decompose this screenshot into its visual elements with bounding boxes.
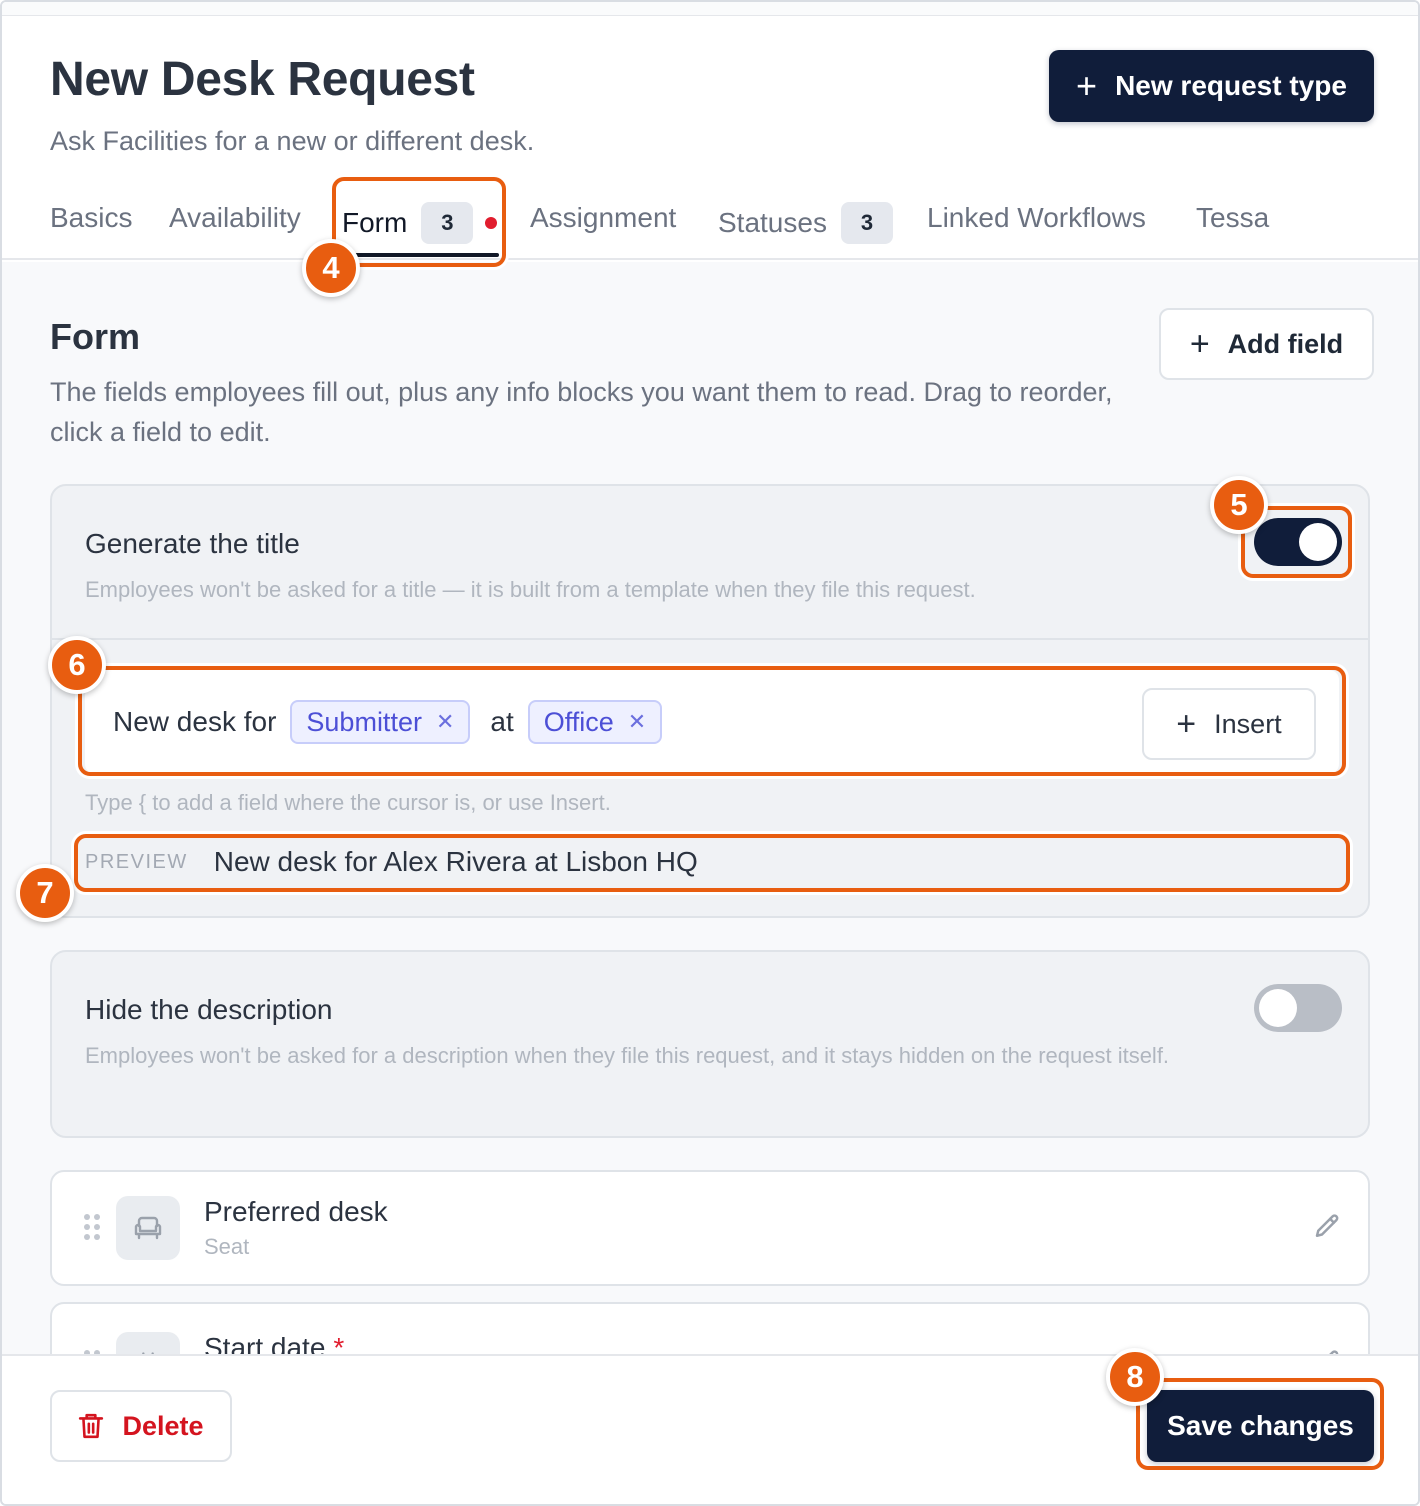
annotation-badge: 7 — [16, 864, 74, 922]
tab-basics[interactable]: Basics — [50, 202, 132, 234]
unsaved-dot-indicator — [485, 217, 498, 229]
add-field-button[interactable]: + Add field — [1159, 308, 1374, 380]
add-field-label: Add field — [1227, 328, 1344, 359]
hide-description-toggle[interactable] — [1254, 984, 1342, 1032]
tab-assignment[interactable]: Assignment — [530, 202, 676, 234]
remove-token-icon[interactable]: ✕ — [628, 709, 646, 735]
generate-title-card: Generate the title Employees won't be as… — [50, 484, 1370, 918]
plus-icon: + — [1076, 65, 1098, 106]
required-asterisk: * — [333, 1332, 345, 1354]
calendar-icon — [116, 1332, 180, 1354]
footer-bar: Delete Save changes — [2, 1354, 1418, 1504]
plus-icon: + — [1189, 325, 1210, 363]
tab-label: Tessa — [1196, 202, 1270, 233]
office-token-chip[interactable]: Office ✕ — [527, 700, 663, 744]
tab-linked-workflows[interactable]: Linked Workflows — [927, 202, 1146, 234]
template-text: at — [490, 706, 514, 737]
toggle-knob — [1259, 989, 1297, 1027]
seat-icon — [116, 1196, 180, 1260]
chip-label: Submitter — [306, 706, 422, 737]
hide-description-text: Employees won't be asked for a descripti… — [85, 1043, 1170, 1068]
section-title: Form — [50, 316, 140, 357]
template-hint: Type { to add a field where the cursor i… — [85, 790, 611, 815]
preview-text: New desk for Alex Rivera at Lisbon HQ — [213, 846, 698, 877]
field-name-wrapper: Start date * — [204, 1332, 344, 1354]
tab-tessa[interactable]: Tessa — [1196, 202, 1269, 234]
tab-label: Form — [342, 207, 408, 238]
section-description: The fields employees fill out, plus any … — [50, 377, 1113, 447]
save-changes-button[interactable]: Save changes — [1147, 1390, 1374, 1462]
new-request-type-button[interactable]: + New request type — [1049, 50, 1374, 122]
hide-description-card: Hide the description Employees won't be … — [50, 950, 1370, 1138]
remove-token-icon[interactable]: ✕ — [436, 709, 454, 735]
generate-title-toggle[interactable] — [1254, 518, 1342, 566]
tab-label: Basics — [50, 202, 133, 233]
annotation-badge: 8 — [1106, 1348, 1164, 1406]
page-subtitle: Ask Facilities for a new or different de… — [50, 126, 535, 156]
delete-button[interactable]: Delete — [50, 1390, 232, 1462]
tab-statuses[interactable]: Statuses 3 — [718, 202, 893, 244]
form-tab-content: Form The fields employees fill out, plus… — [2, 262, 1418, 1354]
page-title: New Desk Request — [50, 53, 475, 106]
annotation-badge: 6 — [48, 636, 106, 694]
annotation-badge: 5 — [1210, 476, 1268, 534]
tab-label: Statuses — [718, 207, 827, 238]
edit-pencil-icon[interactable] — [1312, 1212, 1342, 1242]
insert-field-button[interactable]: + Insert — [1142, 688, 1316, 760]
tab-label: Assignment — [530, 202, 677, 233]
template-text: New desk for — [113, 706, 277, 737]
preview-label: PREVIEW — [85, 850, 188, 873]
window-top-strip — [2, 2, 1418, 16]
tab-label: Linked Workflows — [927, 202, 1146, 233]
tab-bar: Basics Availability Form 3 Assignment St… — [2, 180, 1418, 260]
tab-count-badge: 3 — [421, 202, 474, 244]
field-name: Preferred desk — [204, 1196, 388, 1227]
field-name: Start date — [204, 1332, 326, 1354]
annotation-badge: 4 — [302, 239, 360, 297]
trash-icon — [79, 1413, 104, 1439]
generate-title-label: Generate the title — [85, 528, 300, 559]
field-type: Seat — [204, 1234, 250, 1259]
generate-title-description: Employees won't be asked for a title — i… — [85, 577, 976, 602]
card-divider — [52, 638, 1368, 640]
new-request-type-label: New request type — [1115, 70, 1347, 101]
title-preview: PREVIEW New desk for Alex Rivera at Lisb… — [85, 846, 698, 878]
save-changes-label: Save changes — [1167, 1410, 1354, 1441]
active-tab-underline — [342, 253, 499, 257]
tab-availability[interactable]: Availability — [169, 202, 301, 234]
tab-count-badge: 3 — [840, 202, 893, 244]
tab-label: Availability — [169, 202, 301, 233]
insert-label: Insert — [1214, 708, 1282, 739]
drag-handle-icon[interactable] — [84, 1214, 100, 1240]
delete-label: Delete — [122, 1410, 204, 1441]
field-row-start-date[interactable]: Start date * — [50, 1302, 1370, 1354]
chip-label: Office — [543, 706, 614, 737]
field-row-preferred-desk[interactable]: Preferred desk Seat — [50, 1170, 1370, 1286]
submitter-token-chip[interactable]: Submitter ✕ — [290, 700, 471, 744]
plus-icon: + — [1176, 705, 1197, 743]
app-window: New Desk Request Ask Facilities for a ne… — [0, 0, 1420, 1506]
toggle-knob — [1299, 523, 1337, 561]
hide-description-label: Hide the description — [85, 994, 333, 1025]
tab-form[interactable]: Form 3 — [342, 202, 498, 244]
